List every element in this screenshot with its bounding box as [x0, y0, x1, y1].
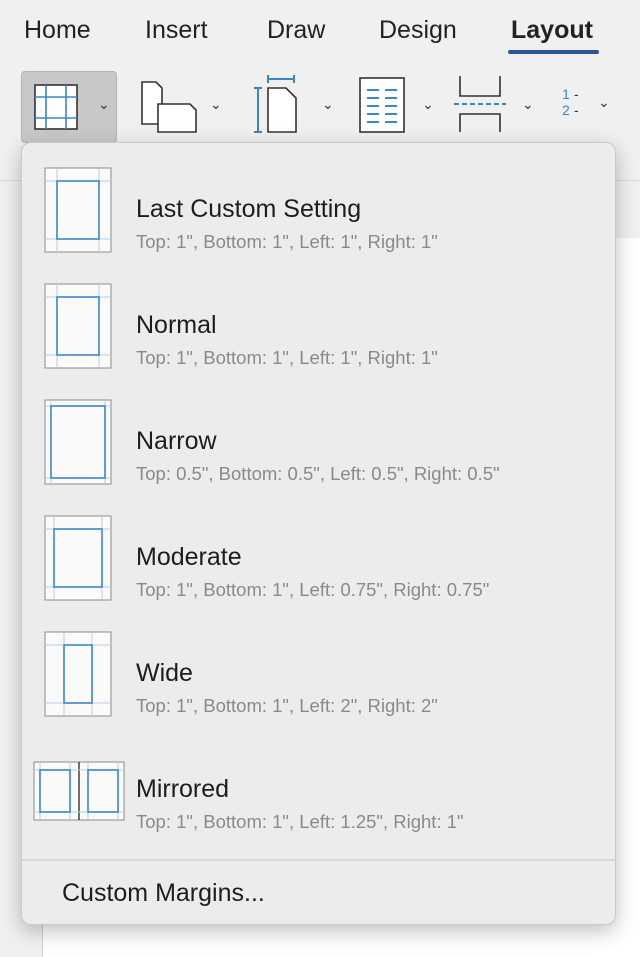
- chevron-down-icon: ⌄: [98, 96, 110, 112]
- option-title: Normal: [136, 311, 217, 339]
- option-detail: Top: 1", Bottom: 1", Left: 1.25", Right:…: [136, 811, 464, 832]
- option-detail: Top: 1", Bottom: 1", Left: 1", Right: 1": [136, 231, 438, 252]
- option-detail: Top: 0.5", Bottom: 0.5", Left: 0.5", Rig…: [136, 463, 500, 484]
- last-custom-margins-icon: [44, 167, 112, 253]
- line-numbers-button[interactable]: 1 - 2 - ⌄: [558, 82, 628, 132]
- option-detail: Top: 1", Bottom: 1", Left: 1", Right: 1": [136, 347, 438, 368]
- tab-draw[interactable]: Draw: [267, 14, 325, 46]
- margin-option-last-custom[interactable]: Last Custom Setting Top: 1", Bottom: 1",…: [22, 155, 615, 271]
- columns-icon: [359, 77, 405, 133]
- wide-margins-icon: [44, 631, 112, 717]
- menu-separator: [22, 859, 615, 861]
- narrow-margins-icon: [44, 399, 112, 485]
- tab-insert[interactable]: Insert: [145, 14, 208, 46]
- chevron-down-icon: ⌄: [598, 94, 610, 110]
- ribbon-tabs: Home Insert Draw Design Layout: [0, 0, 640, 62]
- option-title: Last Custom Setting: [136, 195, 362, 223]
- chevron-down-icon: ⌄: [210, 96, 222, 112]
- breaks-button[interactable]: ⌄: [452, 74, 542, 136]
- columns-button[interactable]: ⌄: [358, 76, 442, 138]
- margins-icon: [34, 84, 78, 130]
- margin-option-normal[interactable]: Normal Top: 1", Bottom: 1", Left: 1", Ri…: [22, 271, 615, 387]
- option-title: Wide: [136, 659, 193, 687]
- breaks-icon: [454, 76, 506, 132]
- size-button[interactable]: ⌄: [252, 74, 342, 136]
- chevron-down-icon: ⌄: [322, 96, 334, 112]
- mirrored-margins-icon: [33, 761, 125, 821]
- option-title: Moderate: [136, 543, 242, 571]
- orientation-button[interactable]: ⌄: [138, 74, 228, 136]
- moderate-margins-icon: [44, 515, 112, 601]
- option-title: Narrow: [136, 427, 217, 455]
- margin-option-wide[interactable]: Wide Top: 1", Bottom: 1", Left: 2", Righ…: [22, 619, 615, 735]
- margins-dropdown-menu: Last Custom Setting Top: 1", Bottom: 1",…: [21, 142, 616, 925]
- line-numbers-icon: 1 - 2 -: [562, 86, 579, 118]
- margin-option-narrow[interactable]: Narrow Top: 0.5", Bottom: 0.5", Left: 0.…: [22, 387, 615, 503]
- chevron-down-icon: ⌄: [422, 96, 434, 112]
- size-icon: [254, 75, 297, 133]
- custom-margins-item[interactable]: Custom Margins...: [62, 879, 265, 908]
- chevron-down-icon: ⌄: [522, 96, 534, 112]
- ribbon-toolbar: ⌄ ⌄ ⌄ ⌄ ⌄ 1 - 2 - ⌄: [0, 62, 640, 147]
- margins-button[interactable]: ⌄: [21, 71, 117, 143]
- option-detail: Top: 1", Bottom: 1", Left: 0.75", Right:…: [136, 579, 490, 600]
- option-detail: Top: 1", Bottom: 1", Left: 2", Right: 2": [136, 695, 438, 716]
- normal-margins-icon: [44, 283, 112, 369]
- tab-home[interactable]: Home: [24, 14, 91, 46]
- active-tab-indicator: [508, 50, 599, 54]
- tab-layout[interactable]: Layout: [511, 14, 593, 46]
- margin-option-moderate[interactable]: Moderate Top: 1", Bottom: 1", Left: 0.75…: [22, 503, 615, 619]
- orientation-icon: [141, 81, 197, 133]
- option-title: Mirrored: [136, 775, 230, 803]
- margin-option-mirrored[interactable]: Mirrored Top: 1", Bottom: 1", Left: 1.25…: [22, 735, 615, 851]
- tab-design[interactable]: Design: [379, 14, 457, 46]
